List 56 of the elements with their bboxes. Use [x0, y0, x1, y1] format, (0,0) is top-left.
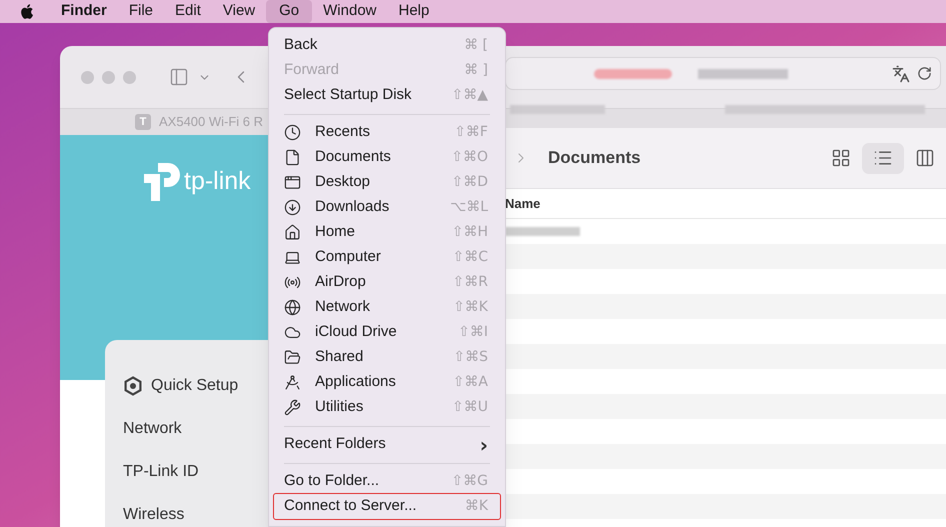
- window-title: Documents: [548, 147, 641, 170]
- settings-menu-item[interactable]: Wireless: [123, 502, 184, 526]
- menu-item[interactable]: Applications ⇧⌘A: [274, 370, 500, 395]
- menu-item[interactable]: Network ⇧⌘K: [274, 295, 500, 320]
- menu-item[interactable]: Documents ⇧⌘O: [274, 145, 500, 170]
- settings-menu-item[interactable]: TP-Link ID: [123, 460, 199, 484]
- column-header[interactable]: Name: [505, 194, 540, 214]
- menu-bar-item[interactable]: Window: [312, 0, 388, 23]
- zoom-window-button[interactable]: [123, 70, 136, 84]
- settings-menu-item[interactable]: Network: [123, 416, 182, 440]
- translate-icon[interactable]: [891, 64, 911, 82]
- grid-view-icon: [831, 148, 851, 168]
- menu-bar-item[interactable]: Finder: [50, 0, 118, 23]
- menu-bar-item[interactable]: Go: [266, 0, 312, 23]
- menu-item[interactable]: Select Startup Disk ⇧⌘▲: [274, 83, 500, 108]
- globe-icon: [284, 299, 301, 316]
- menu-bar-item[interactable]: Edit: [164, 0, 212, 23]
- clock-icon: [284, 124, 301, 141]
- logo-icon: [144, 161, 180, 201]
- favicon: T: [135, 114, 151, 130]
- desktop-icon: [284, 174, 301, 191]
- reload-icon[interactable]: [917, 66, 932, 81]
- compass-icon: [284, 374, 301, 391]
- menu-item[interactable]: Desktop ⇧⌘D: [274, 170, 500, 195]
- column-view-icon: [915, 148, 935, 168]
- wrench-icon: [284, 399, 301, 416]
- menu-item[interactable]: Go to Folder... ⇧⌘G: [274, 469, 500, 494]
- folder-icon: [284, 349, 301, 366]
- menu-item[interactable]: Home ⇧⌘H: [274, 220, 500, 245]
- document-icon: [284, 149, 301, 166]
- minimize-window-button[interactable]: [102, 70, 115, 84]
- menu-bar-item[interactable]: Help: [388, 0, 440, 23]
- menu-item[interactable]: AirDrop ⇧⌘R: [274, 270, 500, 295]
- menu-item[interactable]: Recent Folders ›: [274, 432, 500, 457]
- menu-bar-item[interactable]: View: [212, 0, 266, 23]
- hexagon-gear-icon: [123, 376, 143, 396]
- settings-menu-item[interactable]: Quick Setup: [151, 374, 238, 398]
- cloud-icon: [284, 324, 301, 341]
- sidebar-toggle-icon[interactable]: [168, 67, 190, 87]
- menu-item[interactable]: Downloads ⌥⌘L: [274, 195, 500, 220]
- menu-item[interactable]: Recents ⇧⌘F: [274, 120, 500, 145]
- logo-text: tp-link: [184, 168, 251, 194]
- close-window-button[interactable]: [81, 70, 94, 84]
- broadcast-icon: [284, 274, 301, 291]
- menu-item[interactable]: iCloud Drive ⇧⌘I: [274, 320, 500, 345]
- menu-item[interactable]: Computer ⇧⌘C: [274, 245, 500, 270]
- laptop-icon: [284, 249, 301, 266]
- menu-item[interactable]: Back ⌘ [: [274, 33, 500, 58]
- menu-bar-item[interactable]: File: [118, 0, 164, 23]
- menu-item[interactable]: Connect to Server... ⌘K: [274, 494, 500, 519]
- menu-item[interactable]: Shared ⇧⌘S: [274, 345, 500, 370]
- menu-item[interactable]: Utilities ⇧⌘U: [274, 395, 500, 420]
- apple-logo-icon[interactable]: [19, 3, 34, 20]
- download-icon: [284, 199, 301, 216]
- list-view-button[interactable]: [862, 142, 904, 174]
- house-icon: [284, 224, 301, 241]
